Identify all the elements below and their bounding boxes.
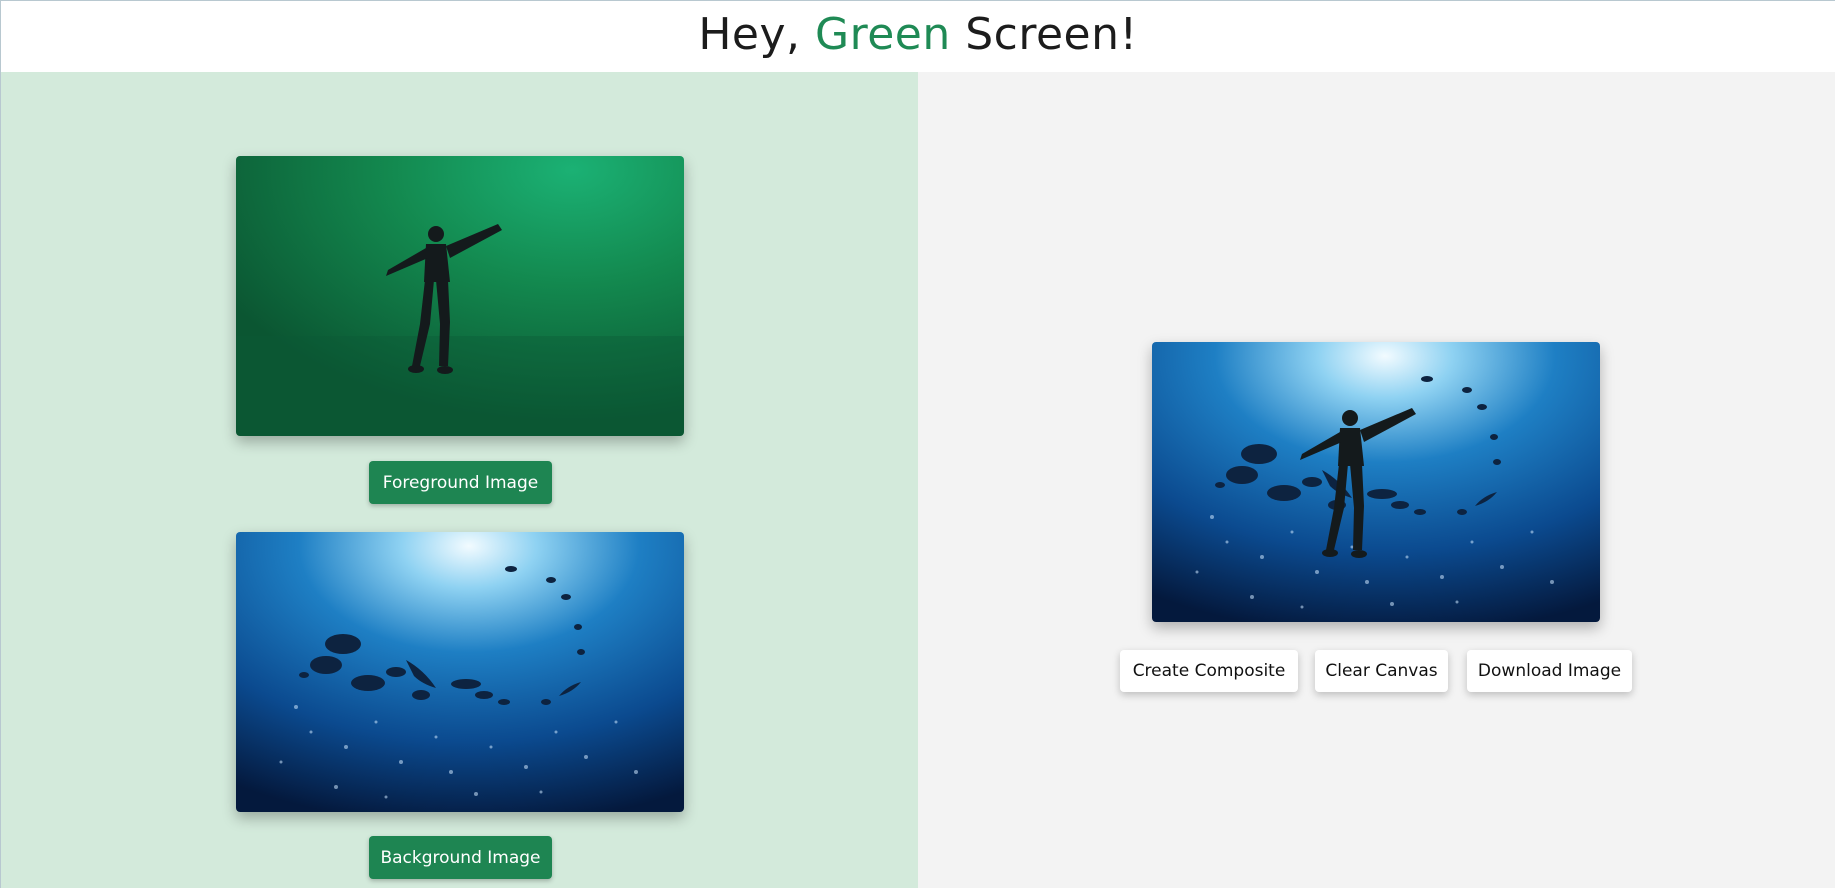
clear-canvas-button[interactable]: Clear Canvas — [1315, 650, 1448, 692]
background-preview — [236, 532, 684, 812]
composite-image — [1152, 342, 1600, 622]
output-panel: Create Composite Clear Canvas Download I… — [918, 72, 1835, 888]
foreground-image — [236, 156, 684, 436]
create-composite-button[interactable]: Create Composite — [1120, 650, 1298, 692]
app-header: Hey, Green Screen! — [0, 0, 1835, 72]
title-accent: Green — [815, 9, 951, 60]
inputs-panel: Foreground Image Background Image — [0, 72, 918, 888]
page-title: Hey, Green Screen! — [698, 9, 1137, 60]
title-suffix: Screen! — [950, 9, 1138, 60]
download-image-button[interactable]: Download Image — [1467, 650, 1632, 692]
foreground-image-button[interactable]: Foreground Image — [369, 461, 552, 504]
background-image-button[interactable]: Background Image — [369, 836, 552, 879]
composite-canvas — [1152, 342, 1600, 622]
foreground-preview — [236, 156, 684, 436]
background-image — [236, 532, 684, 812]
title-prefix: Hey, — [698, 9, 815, 60]
